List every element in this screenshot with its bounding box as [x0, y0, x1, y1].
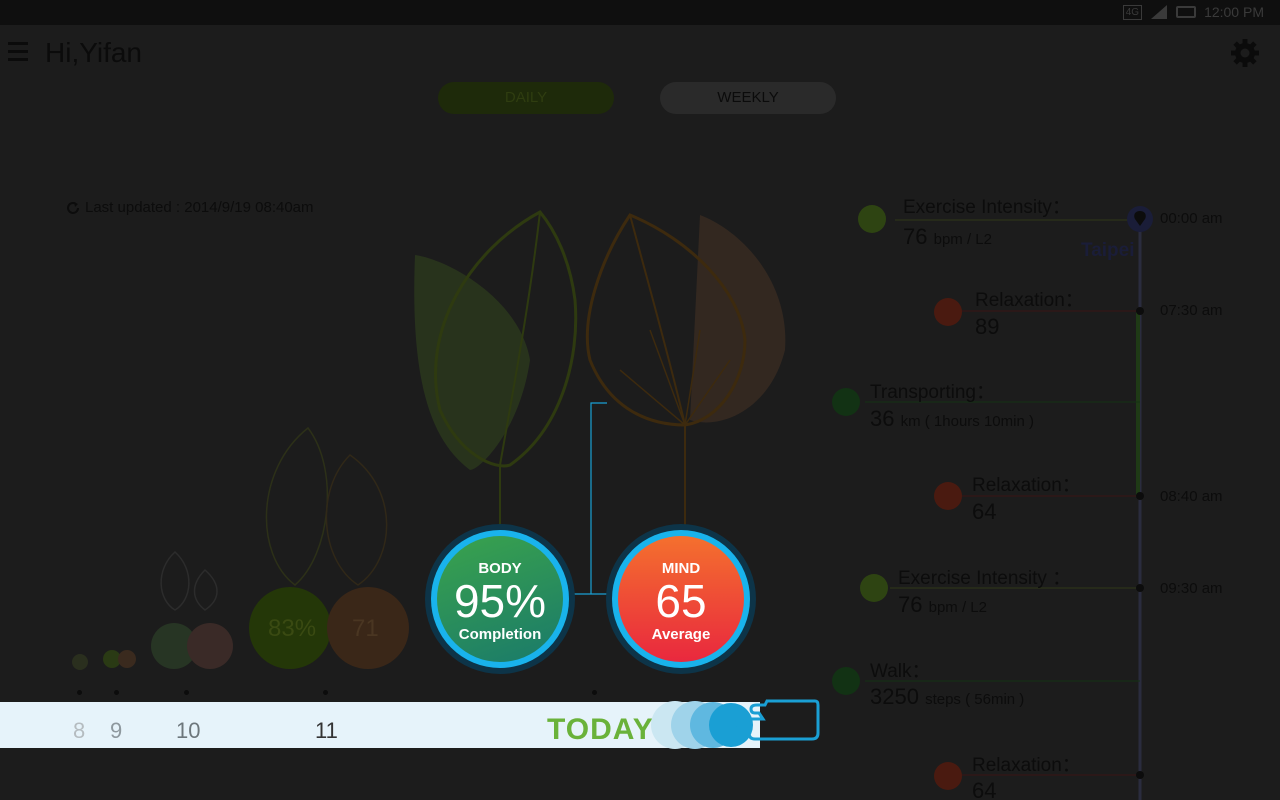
event-value: 76 bpm / L2	[903, 224, 992, 249]
mind-score-circle[interactable]: MIND 65 Average	[606, 524, 756, 674]
smile-icon	[934, 762, 962, 790]
event-value: 64	[972, 499, 997, 524]
heart-icon	[860, 574, 888, 602]
walk-icon	[832, 667, 860, 695]
history-label-body: 83%	[268, 615, 317, 642]
timeline-time: 00:00 am	[1160, 210, 1223, 227]
event-value: 3250 steps ( 56min )	[870, 684, 1025, 709]
event-value: 36 km ( 1hours 10min )	[870, 406, 1034, 431]
body-score-circle[interactable]: BODY 95% Completion	[425, 524, 575, 674]
event-title: Relaxation：	[975, 290, 1084, 311]
body-value: 95%	[453, 575, 547, 627]
timeline-time: 07:30 am	[1160, 302, 1223, 319]
event-value: 76 bpm / L2	[898, 592, 987, 617]
date-8[interactable]: 8	[73, 718, 85, 744]
event-value: 89	[975, 314, 1000, 339]
body-subtitle: Completion	[458, 626, 542, 643]
timeline-time: 09:30 am	[1160, 580, 1223, 597]
smile-icon	[934, 298, 962, 326]
date-11[interactable]: 11	[315, 718, 338, 744]
event-title: Relaxation：	[972, 755, 1081, 776]
today-label[interactable]: TODAY	[547, 713, 654, 747]
event-title: Exercise Intensity ：	[898, 568, 1072, 589]
mind-value: 65	[655, 575, 707, 627]
event-title: Exercise Intensity：	[903, 197, 1071, 218]
heart-icon	[858, 205, 886, 233]
timeline-time: 08:40 am	[1160, 488, 1223, 505]
event-title: Relaxation：	[972, 475, 1081, 496]
smile-icon	[934, 482, 962, 510]
timeline-city: Taipei	[1081, 240, 1135, 261]
history-label-mind: 71	[352, 615, 379, 642]
transport-icon	[832, 388, 860, 416]
date-10[interactable]: 10	[176, 718, 200, 744]
event-title: Transporting：	[870, 382, 995, 403]
mind-subtitle: Average	[651, 626, 711, 643]
date-9[interactable]: 9	[110, 718, 122, 744]
event-value: 64	[972, 778, 997, 800]
swipe-hand-icon[interactable]	[645, 695, 825, 755]
leaf-illustration	[72, 206, 1153, 800]
event-title: Walk：	[870, 661, 931, 682]
